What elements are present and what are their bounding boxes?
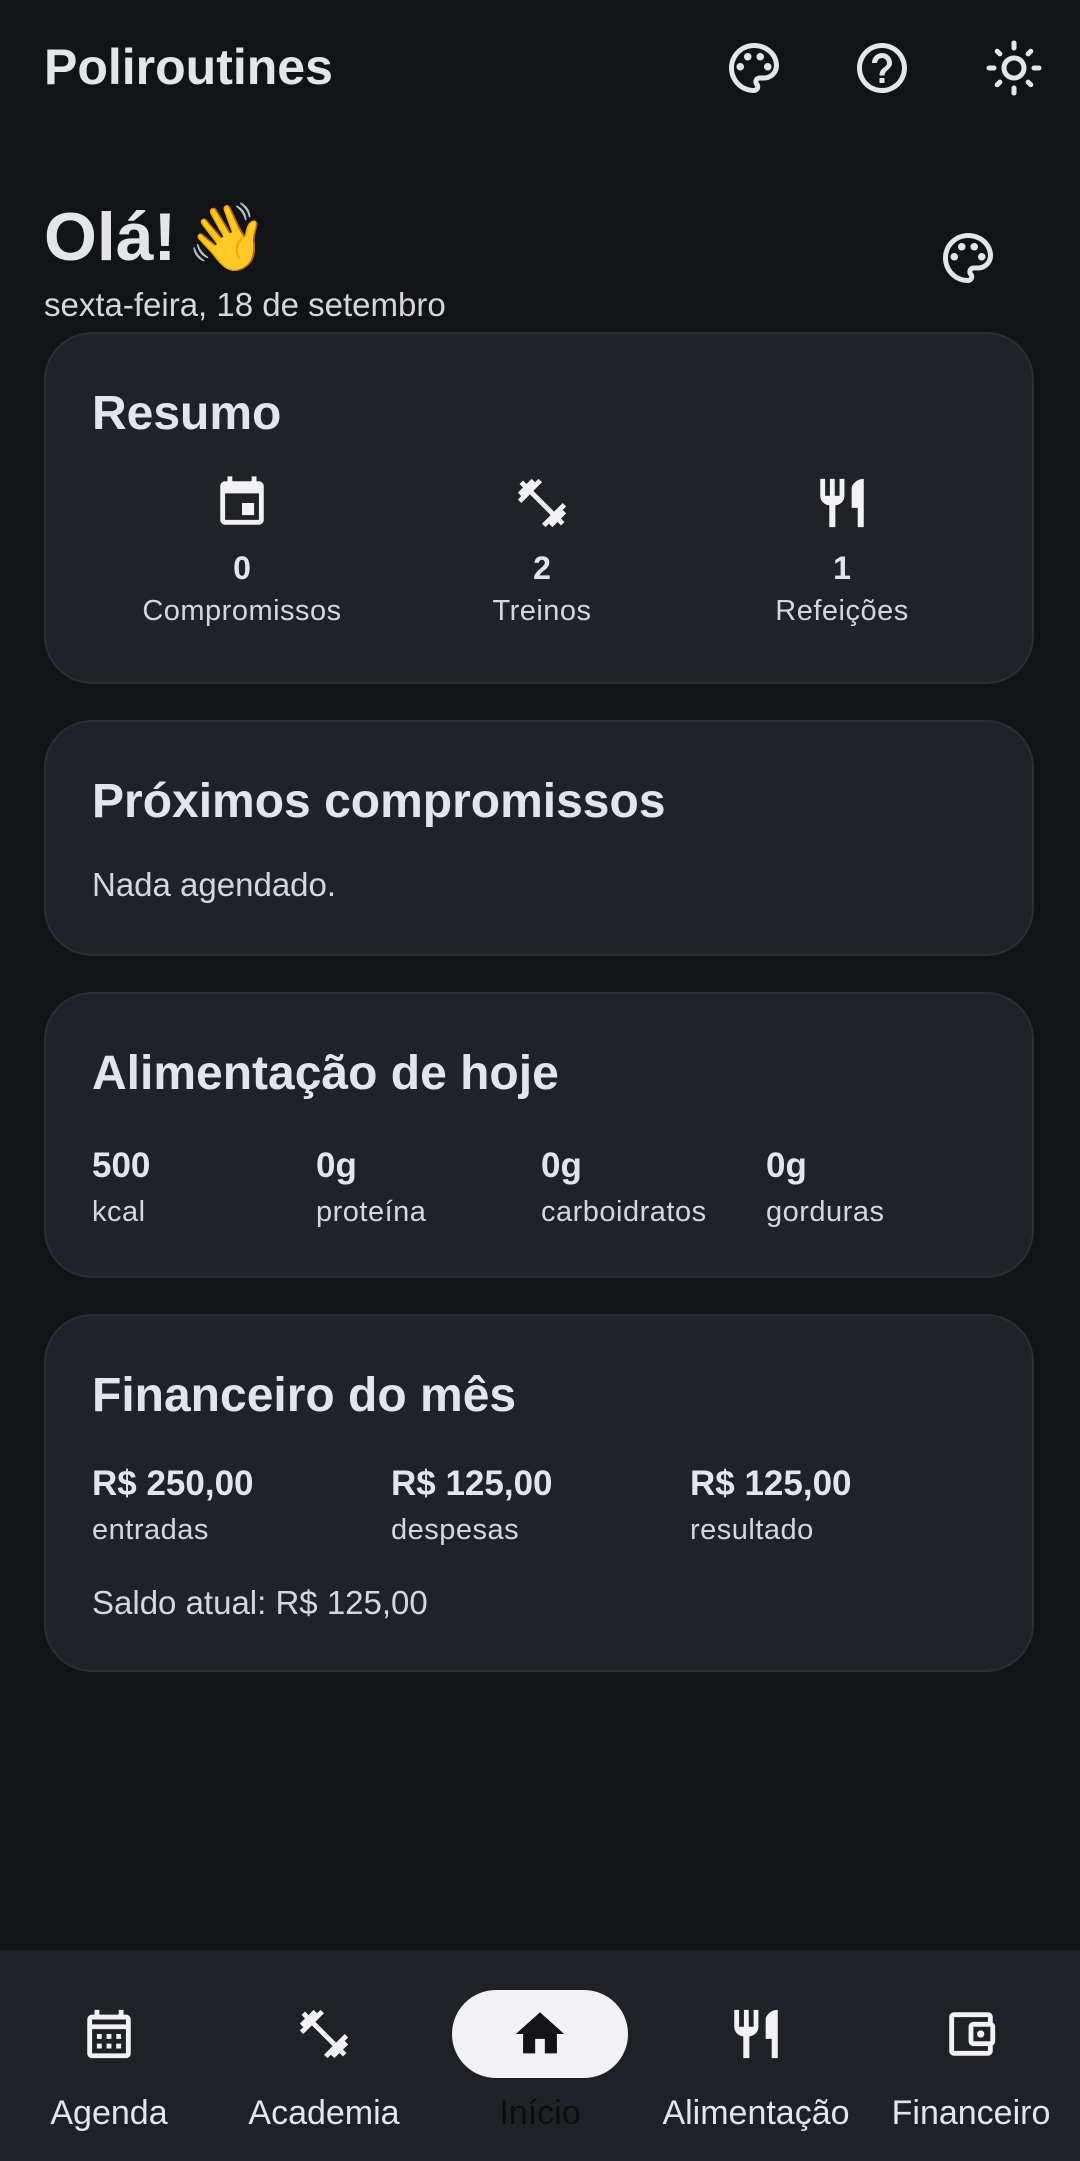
appointments-count: 0 (233, 550, 251, 586)
palette-icon[interactable] (938, 228, 1002, 292)
wave-emoji: 👋 (186, 200, 269, 274)
nav-item-agenda[interactable]: Agenda (4, 1990, 214, 2140)
nav-label-academia: Academia (248, 2094, 400, 2132)
current-balance: Saldo atual: R$ 125,00 (92, 1584, 428, 1621)
nutrition-stat-fat: 0g gorduras (766, 1146, 884, 1229)
nav-icon-container (236, 1990, 412, 2078)
greeting: Olá! 👋 (44, 198, 268, 277)
kcal-value: 500 (92, 1146, 151, 1185)
home-icon (515, 2012, 565, 2054)
result-label: resultado (690, 1514, 814, 1546)
finance-title: Financeiro do mês (92, 1369, 517, 1422)
upcoming-card[interactable]: Próximos compromissos Nada agendado. (44, 720, 1034, 956)
summary-item-appointments: 0 Compromissos (92, 474, 392, 628)
restaurant-icon (734, 2009, 778, 2059)
meals-count: 1 (833, 550, 851, 586)
finance-stat-result: R$ 125,00 resultado (690, 1464, 852, 1547)
fat-label: gorduras (766, 1196, 885, 1228)
nav-label-financeiro: Financeiro (891, 2094, 1051, 2132)
expenses-label: despesas (391, 1514, 520, 1546)
app-title: Poliroutines (44, 39, 333, 95)
finance-card[interactable]: Financeiro do mês R$ 250,00 entradas R$ … (44, 1314, 1034, 1672)
workouts-label: Treinos (492, 595, 592, 627)
nutrition-stat-kcal: 500 kcal (92, 1146, 150, 1229)
current-date: sexta-feira, 18 de setembro (44, 286, 446, 323)
upcoming-title: Próximos compromissos (92, 775, 666, 828)
nav-icon-container (21, 1990, 197, 2078)
meals-label: Refeições (775, 595, 909, 627)
summary-item-workouts: 2 Treinos (392, 474, 692, 628)
income-label: entradas (92, 1514, 209, 1546)
palette-icon[interactable] (722, 36, 786, 100)
carbs-value: 0g (541, 1146, 582, 1185)
greeting-text: Olá! (44, 199, 177, 275)
restaurant-icon (820, 478, 864, 528)
nav-active-indicator (452, 1990, 628, 2078)
nav-item-alimentacao[interactable]: Alimentação (651, 1990, 861, 2140)
workouts-count: 2 (533, 550, 551, 586)
finance-stat-income: R$ 250,00 entradas (92, 1464, 254, 1547)
nutrition-stat-carbs: 0g carboidratos (541, 1146, 707, 1229)
dumbbell-icon (517, 478, 567, 528)
nutrition-card[interactable]: Alimentação de hoje 500 kcal 0g proteína… (44, 992, 1034, 1278)
protein-label: proteína (316, 1196, 427, 1228)
carbs-label: carboidratos (541, 1196, 707, 1228)
nav-label-alimentacao: Alimentação (662, 2094, 850, 2132)
help-icon[interactable] (850, 36, 914, 100)
nav-icon-container (883, 1990, 1059, 2078)
nav-item-financeiro[interactable]: Financeiro (866, 1990, 1076, 2140)
nutrition-title: Alimentação de hoje (92, 1047, 559, 1100)
protein-value: 0g (316, 1146, 357, 1185)
upcoming-empty-text: Nada agendado. (92, 866, 337, 903)
nav-label-inicio: Início (499, 2094, 581, 2132)
summary-card[interactable]: Resumo 0 Compromissos 2 Treinos 1 Refeiç… (44, 332, 1034, 684)
calendar-icon (220, 476, 264, 525)
appointments-label: Compromissos (142, 595, 342, 627)
summary-item-meals: 1 Refeições (692, 474, 992, 628)
nav-item-academia[interactable]: Academia (219, 1990, 429, 2140)
calendar-month-icon (87, 2009, 131, 2059)
nav-label-agenda: Agenda (50, 2094, 168, 2132)
nutrition-stat-protein: 0g proteína (316, 1146, 426, 1229)
brightness-icon[interactable] (982, 36, 1046, 100)
nav-icon-container (668, 1990, 844, 2078)
bottom-navigation: Agenda Academia Início Alimentação Finan… (0, 1950, 1080, 2161)
finance-stat-expenses: R$ 125,00 despesas (391, 1464, 553, 1547)
kcal-label: kcal (92, 1196, 146, 1228)
summary-title: Resumo (92, 387, 282, 440)
wallet-icon (949, 2012, 996, 2056)
income-value: R$ 250,00 (92, 1464, 254, 1503)
fat-value: 0g (766, 1146, 807, 1185)
expenses-value: R$ 125,00 (391, 1464, 553, 1503)
dumbbell-icon (299, 2009, 349, 2059)
nav-item-inicio[interactable]: Início (435, 1990, 645, 2140)
app-bar: Poliroutines (0, 0, 1080, 140)
result-value: R$ 125,00 (690, 1464, 852, 1503)
